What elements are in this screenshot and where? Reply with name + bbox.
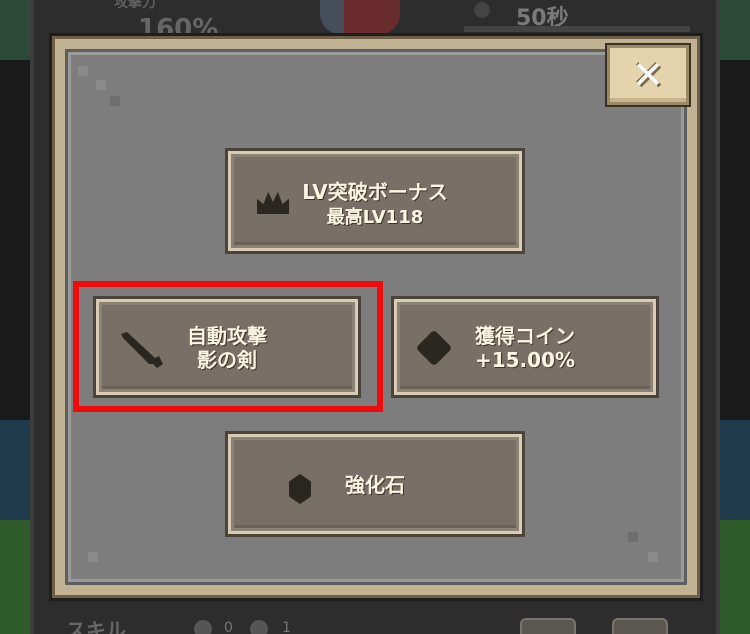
lv-bonus-button[interactable]: LV突破ボーナス 最高LV118 xyxy=(228,151,522,251)
close-icon: ✕ xyxy=(632,53,664,97)
enhancement-stone-button[interactable]: 強化石 xyxy=(228,434,522,534)
decor-speck xyxy=(88,552,98,562)
close-button[interactable]: ✕ xyxy=(607,45,689,105)
coin-bonus-button[interactable]: 獲得コイン +15.00% xyxy=(394,299,656,395)
lv-bonus-subtitle: 最高LV118 xyxy=(326,207,424,228)
decor-speck xyxy=(78,66,88,76)
decor-speck xyxy=(96,80,106,90)
background-footer: スキル 0 1 xyxy=(60,612,710,634)
decor-speck xyxy=(648,552,658,562)
coin-icon xyxy=(194,620,212,634)
hero-sprite xyxy=(320,0,400,34)
decor-speck xyxy=(628,532,638,542)
coin-bonus-title: 獲得コイン xyxy=(475,324,575,348)
settings-button[interactable] xyxy=(612,618,668,634)
skill-title: スキル xyxy=(66,618,126,634)
decor-speck xyxy=(110,96,120,106)
coin-icon xyxy=(250,620,268,634)
coin-bonus-value: +15.00% xyxy=(474,348,576,372)
background-header: 攻撃力 160% 50秒 xyxy=(60,0,710,44)
timer-bar xyxy=(464,26,690,32)
lv-bonus-title: LV突破ボーナス xyxy=(302,180,448,204)
stat-label: 攻撃力 xyxy=(114,0,156,11)
coin-count: 1 xyxy=(282,620,291,634)
menu-button[interactable] xyxy=(520,618,576,634)
selection-highlight xyxy=(73,281,383,412)
enhancement-stone-title: 強化石 xyxy=(345,473,405,497)
bug-icon xyxy=(474,2,490,18)
coin-count: 0 xyxy=(224,620,233,634)
